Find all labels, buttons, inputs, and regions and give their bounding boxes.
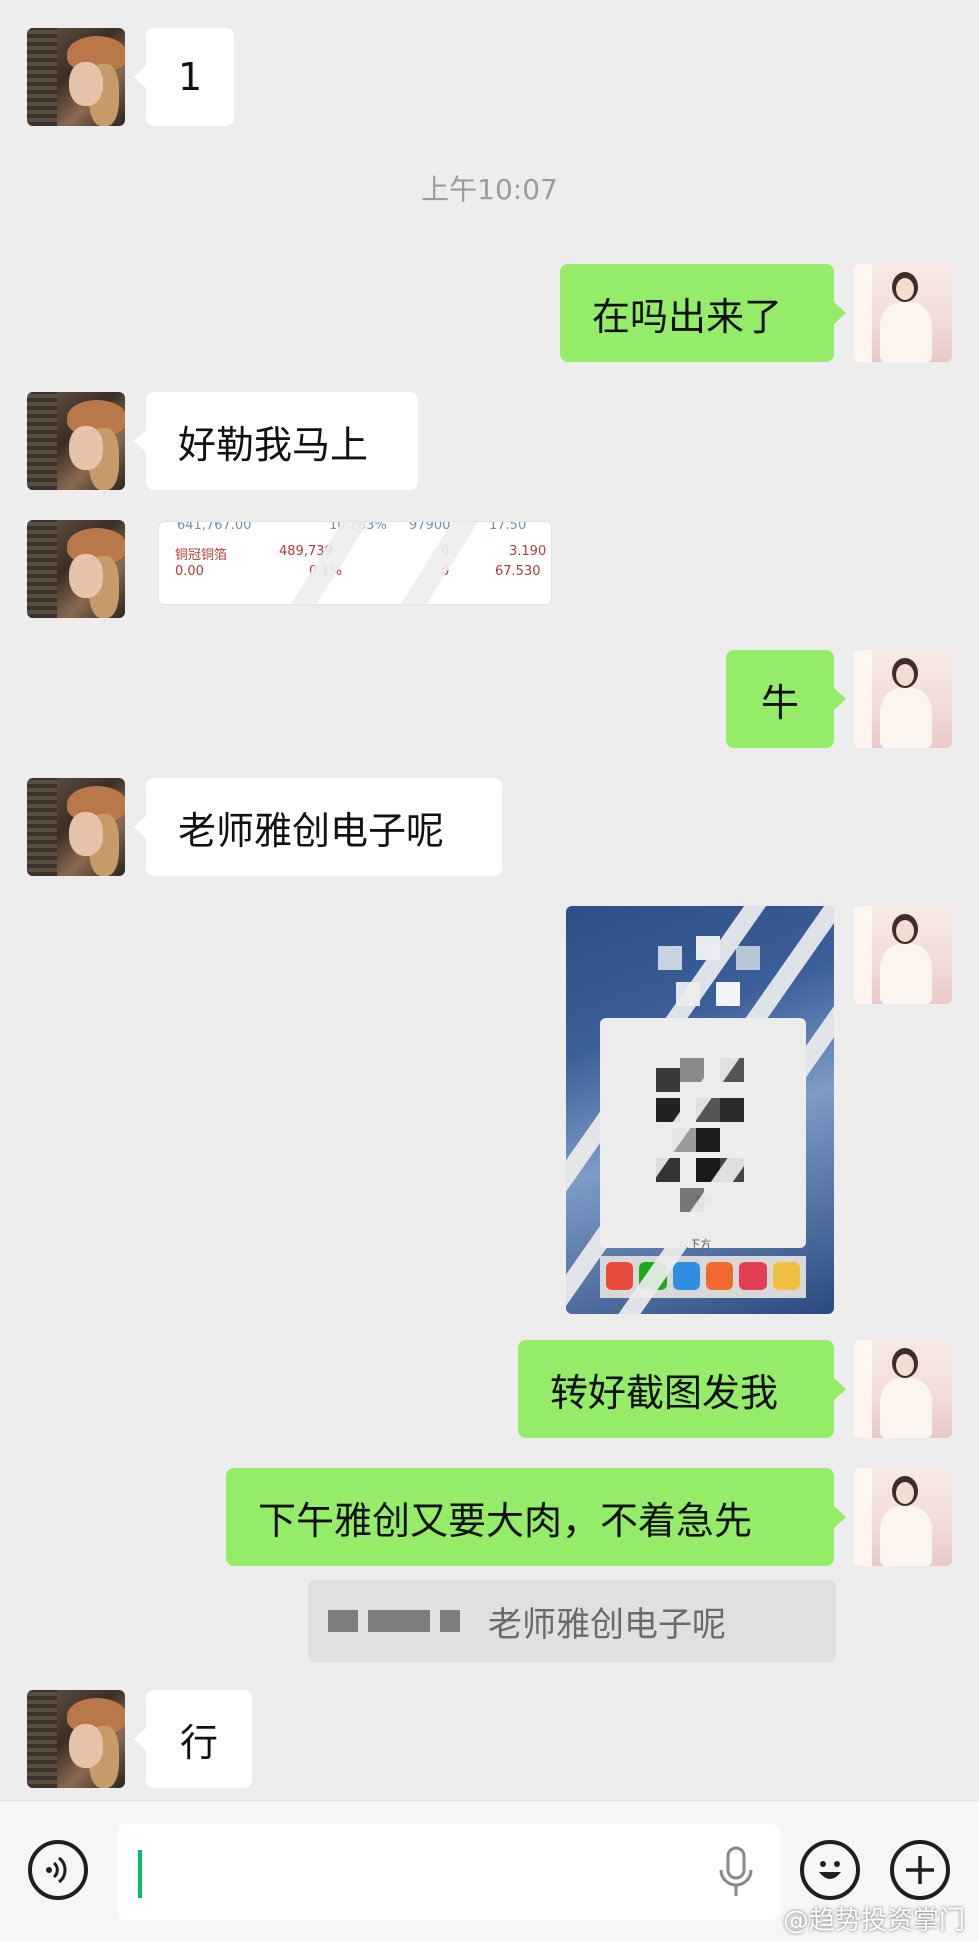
quoted-text: 老师雅创电子呢 <box>488 1604 726 1645</box>
plus-icon[interactable] <box>890 1840 950 1900</box>
table-cell: 641,767.00 <box>177 521 252 533</box>
message-text: 好勒我马上 <box>178 422 369 467</box>
quoted-reply[interactable]: 老师雅创电子呢 <box>308 1580 836 1662</box>
message-bubble-out[interactable]: 转好截图发我 <box>518 1340 846 1438</box>
message-text: 下午雅创又要大肉，不着急先 <box>258 1498 753 1543</box>
mic-icon[interactable] <box>716 1846 756 1898</box>
timestamp: 上午10:07 <box>421 173 558 206</box>
avatar-other[interactable] <box>27 28 125 126</box>
stock-table-image[interactable]: 641,767.00 10.283% 97900 17.50 铜冠铜箔 489,… <box>158 521 552 605</box>
table-cell: 17.50 <box>489 521 527 533</box>
message-text: 行 <box>179 1720 218 1765</box>
message-input[interactable] <box>118 1824 780 1920</box>
table-cell: 3.190 <box>509 544 547 559</box>
voice-icon[interactable] <box>28 1840 88 1900</box>
message-text: 1 <box>178 55 203 99</box>
watermark: @趋势投资掌门 <box>782 1906 965 1936</box>
message-bubble-in[interactable]: 行 <box>134 1690 252 1788</box>
avatar-other[interactable] <box>27 778 125 876</box>
shared-screenshot-image[interactable]: P欢 以下方 <box>566 906 834 1314</box>
emoji-icon[interactable] <box>800 1840 860 1900</box>
message-bubble-out[interactable]: 牛 <box>726 650 846 748</box>
message-text: 在吗出来了 <box>592 294 783 339</box>
avatar-other[interactable] <box>27 392 125 490</box>
message-bubble-in[interactable]: 1 <box>133 28 235 126</box>
avatar-self[interactable] <box>854 264 952 362</box>
avatar-self[interactable] <box>854 906 952 1004</box>
message-text: 老师雅创电子呢 <box>178 808 445 853</box>
redacted-name <box>440 1610 460 1632</box>
avatar-self[interactable] <box>854 650 952 748</box>
avatar-self[interactable] <box>854 1340 952 1438</box>
redacted-name <box>368 1610 430 1632</box>
table-cell: 铜冠铜箔 <box>175 548 228 563</box>
share-apps-row <box>600 1256 806 1298</box>
text-caret <box>138 1850 142 1898</box>
avatar-other[interactable] <box>27 520 125 618</box>
avatar-other[interactable] <box>27 1690 125 1788</box>
message-text: 转好截图发我 <box>550 1370 779 1415</box>
redacted-name <box>328 1610 358 1632</box>
message-bubble-in[interactable]: 老师雅创电子呢 <box>134 778 502 876</box>
table-cell: 97900 <box>409 521 451 533</box>
message-bubble-out[interactable]: 在吗出来了 <box>560 264 846 362</box>
chat-area: 1 上午10:07 在吗出来了 好勒我马上 641,767.00 10.283%… <box>0 0 979 1800</box>
message-bubble-in[interactable]: 好勒我马上 <box>134 392 418 490</box>
avatar-self[interactable] <box>854 1468 952 1566</box>
table-cell: 67.530 <box>495 564 541 579</box>
message-text: 牛 <box>760 680 799 725</box>
table-cell: 0.00 <box>175 564 204 579</box>
message-bubble-out[interactable]: 下午雅创又要大肉，不着急先 <box>226 1468 846 1566</box>
